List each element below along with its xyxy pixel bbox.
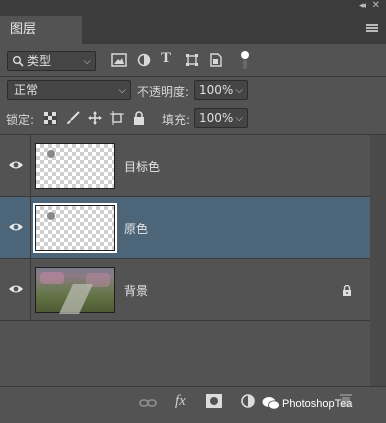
chevron-down-icon: ⌵	[235, 85, 243, 96]
pixel-layer-filter-icon[interactable]	[111, 53, 127, 67]
wechat-icon	[262, 397, 280, 410]
layer-thumbnail[interactable]	[35, 205, 115, 251]
flower-patch	[40, 272, 64, 284]
type-layer-filter-icon[interactable]: T	[161, 50, 171, 67]
smart-object-filter-icon[interactable]	[209, 53, 223, 67]
lock-artboard-icon[interactable]	[110, 111, 124, 125]
lock-image-pixels-icon[interactable]	[66, 111, 80, 125]
add-mask-icon[interactable]	[206, 394, 222, 408]
visibility-toggle[interactable]	[0, 197, 31, 259]
chevron-down-icon: ⌵	[83, 56, 91, 67]
layers-footer: fx PhotoshopTea	[0, 386, 386, 423]
adjustment-layer-filter-icon[interactable]	[137, 53, 151, 67]
eye-icon	[9, 161, 23, 169]
fill-label: 填充:	[162, 113, 191, 127]
search-icon	[13, 56, 24, 67]
filter-toggle-icon[interactable]	[240, 50, 250, 70]
chevron-down-icon: ⌵	[118, 85, 126, 96]
layers-list: 目标色 原色 背景	[0, 135, 370, 386]
garden-path	[59, 284, 93, 314]
blend-mode-value: 正常	[14, 83, 39, 97]
chevron-down-icon: ⌵	[235, 113, 243, 124]
filter-kind-label: 类型	[27, 54, 52, 68]
tab-layers[interactable]: 图层	[0, 16, 82, 44]
layer-name[interactable]: 目标色	[124, 158, 160, 175]
lock-row: 锁定: 填充: 100% ⌵	[0, 104, 386, 132]
lock-position-icon[interactable]	[88, 111, 102, 125]
panel-menu-icon[interactable]	[366, 24, 378, 32]
tab-row: 图层	[0, 12, 386, 44]
lock-label: 锁定:	[6, 113, 35, 127]
eye-icon	[9, 285, 23, 293]
panel-top-bar: ◂◂ ✕	[0, 0, 386, 12]
lock-all-icon[interactable]	[133, 111, 145, 125]
new-adjustment-layer-icon[interactable]	[240, 393, 256, 409]
layer-name[interactable]: 背景	[124, 282, 148, 299]
fill-value: 100%	[199, 111, 234, 125]
collapse-icon[interactable]: ◂◂	[359, 0, 366, 12]
link-icon[interactable]	[139, 397, 157, 409]
filter-row: 类型 ⌵ T	[0, 44, 386, 76]
blend-mode-dropdown[interactable]: 正常 ⌵	[7, 80, 131, 100]
layer-thumbnail-photo[interactable]	[35, 267, 115, 314]
dot-mark	[47, 212, 55, 220]
layer-name[interactable]: 原色	[124, 220, 148, 237]
opacity-field[interactable]: 100% ⌵	[194, 80, 248, 100]
visibility-toggle[interactable]	[0, 259, 31, 321]
fx-button[interactable]: fx	[175, 393, 186, 410]
scrollbar[interactable]	[370, 135, 386, 386]
layer-row-selected[interactable]: 原色	[0, 197, 370, 259]
opacity-label: 不透明度:	[137, 85, 190, 99]
lock-transparent-pixels-icon[interactable]	[44, 112, 57, 125]
layer-row[interactable]: 背景	[0, 259, 370, 321]
blend-row: 正常 ⌵ 不透明度: 100% ⌵	[0, 77, 386, 103]
dot-mark	[47, 150, 55, 158]
trash-icon[interactable]	[340, 393, 352, 407]
visibility-toggle[interactable]	[0, 135, 31, 197]
layer-row[interactable]: 目标色	[0, 135, 370, 197]
close-icon[interactable]: ✕	[372, 0, 380, 12]
shape-layer-filter-icon[interactable]	[185, 53, 199, 67]
lock-icon	[343, 285, 351, 296]
fill-field[interactable]: 100% ⌵	[194, 108, 248, 128]
layer-thumbnail[interactable]	[35, 143, 115, 189]
filter-kind-dropdown[interactable]: 类型 ⌵	[7, 51, 96, 71]
eye-icon	[9, 223, 23, 231]
opacity-value: 100%	[199, 83, 234, 97]
